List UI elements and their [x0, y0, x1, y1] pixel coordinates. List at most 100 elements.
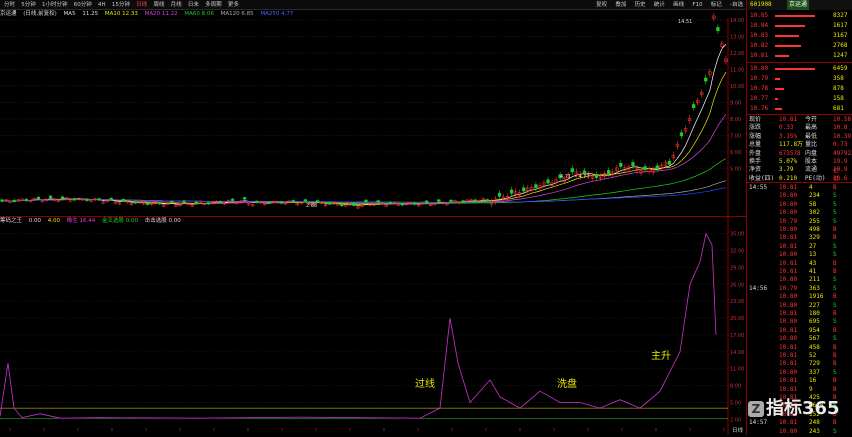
- indicator-axis-label: 2.00: [730, 417, 741, 423]
- watermark-logo: Z 指标365: [748, 396, 848, 422]
- tick-row: 10.80 243 S: [747, 427, 852, 437]
- stock-code: 601908: [750, 1, 772, 8]
- wash-label: 洗盘: [557, 377, 577, 390]
- candle: [659, 162, 663, 171]
- bid-price: 10.79: [750, 75, 769, 82]
- ask-volume-bar: [775, 35, 799, 37]
- price-axis-label: 5.00: [730, 166, 741, 172]
- indicator-line: [0, 232, 717, 419]
- ask-volume: 3167: [833, 32, 848, 39]
- ask-volume-bar: [775, 15, 815, 17]
- candle: [295, 202, 299, 206]
- candle: [542, 179, 546, 189]
- bid-row: 10.79 358: [747, 74, 852, 84]
- candle: [602, 170, 607, 180]
- low-annotation: 2.68: [306, 203, 317, 209]
- candle: [594, 171, 599, 181]
- candle: [700, 89, 704, 98]
- ask-price: 10.81: [750, 52, 769, 59]
- candle: [647, 165, 651, 175]
- candle: [679, 129, 684, 139]
- candle: [251, 203, 255, 207]
- indicator-axis-label: 23.00: [730, 299, 744, 305]
- indicator-axis-label: 26.00: [730, 282, 744, 288]
- price-axis-label: 14.00: [730, 18, 744, 24]
- indicator-axis-label: 20.00: [730, 316, 744, 322]
- indicator-v1: 0.00: [28, 218, 42, 224]
- bid-volume: 6459: [833, 65, 848, 72]
- indicator-legend: 筹码之王 0.00 4.00 橡生 16.44 金叉选股 0.00 击击选股 0…: [0, 217, 745, 226]
- candle: [243, 196, 247, 201]
- candle: [0, 198, 4, 203]
- bid-price: 10.80: [750, 65, 769, 72]
- rise-label: 主升: [651, 350, 671, 362]
- ask-volume: 2768: [833, 42, 848, 49]
- candle: [554, 176, 558, 186]
- candle: [687, 115, 692, 124]
- bid-row: 10.78 878: [747, 84, 852, 94]
- stock-title: 京运通: [787, 0, 810, 10]
- candle: [113, 200, 117, 205]
- bid-volume-bar: [775, 68, 815, 70]
- candle: [12, 199, 16, 203]
- candle: [538, 182, 542, 192]
- candle: [376, 199, 380, 204]
- candle: [671, 152, 676, 161]
- ask-volume: 1617: [833, 22, 848, 29]
- ask-row: 10.83 3167: [747, 31, 852, 41]
- ma60-line: [1, 158, 727, 204]
- logo-icon: Z: [748, 401, 764, 417]
- candle: [611, 168, 615, 178]
- candle: [206, 201, 210, 206]
- candle: [24, 198, 28, 202]
- indicator-v4: 金叉选股 0.00: [102, 218, 139, 224]
- bottom-period-tab[interactable]: 日线: [732, 426, 743, 434]
- quote-header: 601908 京运通: [747, 0, 852, 10]
- candle: [190, 203, 194, 208]
- candle: [73, 197, 77, 202]
- candle: [255, 200, 259, 204]
- ma250-line: [1, 187, 727, 203]
- ask-volume: 8327: [833, 12, 848, 19]
- price-axis-label: 10.00: [730, 84, 744, 90]
- ask-price: 10.84: [750, 22, 769, 29]
- candle: [497, 190, 502, 200]
- bid-volume-bar: [775, 88, 784, 90]
- ma5-line: [1, 43, 727, 206]
- indicator-axis-label: 35.00: [730, 232, 744, 238]
- ask-price: 10.82: [750, 42, 769, 49]
- indicator-axis-label: 29.00: [730, 265, 744, 271]
- bid-price: 10.76: [750, 105, 769, 112]
- candle: [162, 203, 166, 208]
- ask-volume-bar: [775, 25, 805, 27]
- bid-row: 10.76 681: [747, 104, 852, 114]
- indicator-name[interactable]: 筹码之王: [0, 218, 22, 224]
- price-axis-label: 6.00: [730, 150, 741, 156]
- indicator-v5: 击击选股 0.00: [144, 218, 181, 224]
- candle: [683, 125, 688, 135]
- candle: [704, 74, 708, 85]
- ask-price: 10.85: [750, 12, 769, 19]
- candle: [485, 198, 490, 203]
- indicator-axis-label: 17.00: [730, 333, 744, 339]
- price-axis-label: 8.00: [730, 117, 741, 123]
- ask-volume: 1247: [833, 52, 848, 59]
- tick-volume: 243: [809, 427, 820, 435]
- candle: [129, 202, 134, 206]
- cross-line-label: 过线: [415, 377, 435, 390]
- bid-volume-bar: [775, 108, 782, 110]
- price-axis-label: 12.00: [730, 51, 744, 57]
- watermark-text: 指标365: [766, 398, 840, 419]
- indicator-v3: 橡生 16.44: [66, 218, 96, 224]
- high-annotation: 14.51: [678, 19, 692, 25]
- ma10-line: [1, 71, 727, 206]
- tick-price: 10.80: [779, 427, 798, 435]
- price-axis-label: 13.00: [730, 34, 744, 40]
- bid-price: 10.77: [750, 95, 769, 102]
- candle: [97, 197, 101, 202]
- bid-price: 10.78: [750, 85, 769, 92]
- indicator-axis-label: 14.00: [730, 350, 744, 356]
- ma20-line: [1, 113, 727, 205]
- quote-panel: 601908 京运通 10.85 8327 10.84 1617 10.83 3167 10…: [746, 0, 852, 435]
- candle: [696, 97, 700, 106]
